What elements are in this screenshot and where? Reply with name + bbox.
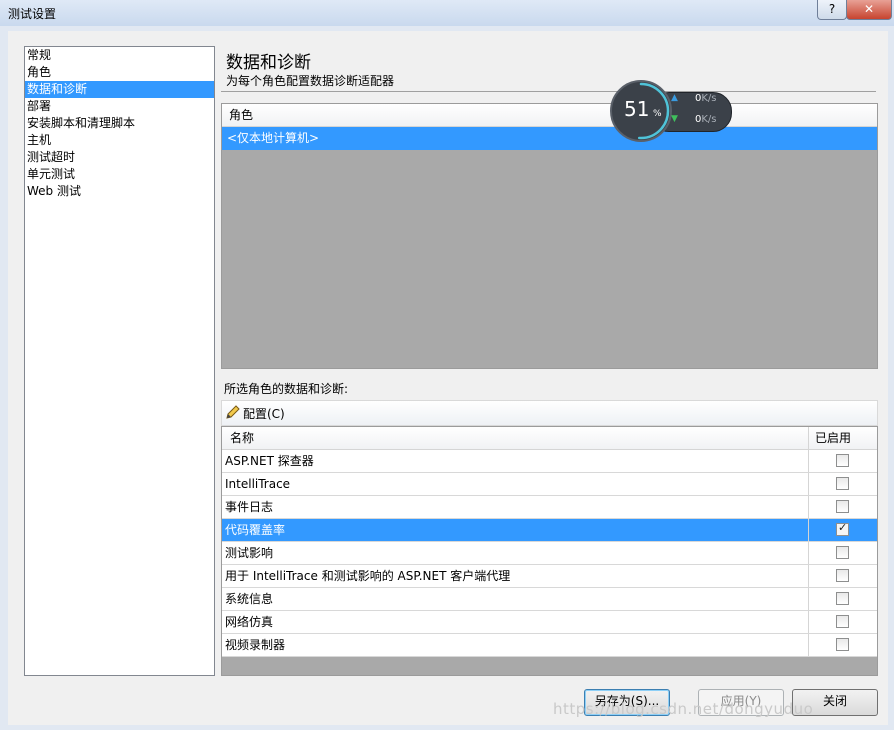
diagnostics-row[interactable]: 事件日志: [222, 496, 877, 519]
roles-grid[interactable]: 角色 <仅本地计算机>: [221, 103, 878, 369]
enabled-checkbox[interactable]: [836, 546, 849, 559]
cell-divider: [808, 542, 809, 564]
diagnostic-name: 事件日志: [225, 500, 274, 514]
column-header-enabled[interactable]: 已启用: [815, 427, 851, 449]
download-unit: K/s: [701, 114, 717, 125]
dialog-client-area: 常规 角色 数据和诊断 部署 安装脚本和清理脚本 主机 测试超时 单元测试 Web 测试 数据和…: [8, 31, 888, 725]
title-bar[interactable]: 测试设置 ? ✕: [0, 0, 894, 26]
nav-item[interactable]: 部署: [25, 98, 214, 115]
diagnostics-grid[interactable]: 名称 已启用 ASP.NET 探查器 IntelliTrace 事件日志代码覆盖率 ✓…: [221, 426, 878, 676]
enabled-checkbox[interactable]: ✓: [836, 521, 849, 536]
role-row[interactable]: <仅本地计算机>: [222, 127, 877, 150]
enabled-checkbox[interactable]: [836, 477, 849, 490]
usage-percent-sign: %: [653, 109, 662, 119]
column-header-name[interactable]: 名称: [230, 427, 254, 449]
diagnostics-row[interactable]: 用于 IntelliTrace 和测试影响的 ASP.NET 客户端代理: [222, 565, 877, 588]
enabled-checkbox[interactable]: [836, 638, 849, 651]
test-settings-window: 测试设置 ? ✕ 常规 角色 数据和诊断 部署 安装脚本和清理脚本 主机 测试超时 单元测试 W…: [0, 0, 894, 730]
settings-nav-list[interactable]: 常规 角色 数据和诊断 部署 安装脚本和清理脚本 主机 测试超时 单元测试 Web 测试: [24, 46, 215, 676]
diagnostics-row[interactable]: 网络仿真: [222, 611, 877, 634]
upload-unit: K/s: [701, 93, 717, 104]
nav-item[interactable]: 数据和诊断: [25, 81, 214, 98]
diagnostic-name: ASP.NET 探查器: [225, 454, 314, 468]
cell-divider: [808, 519, 809, 541]
diagnostics-row[interactable]: 视频录制器: [222, 634, 877, 657]
diagnostic-name: 代码覆盖率: [225, 523, 286, 537]
diagnostics-row[interactable]: IntelliTrace: [222, 473, 877, 496]
close-window-button[interactable]: ✕: [846, 0, 892, 20]
diagnostics-row[interactable]: 测试影响: [222, 542, 877, 565]
enabled-checkbox[interactable]: [836, 569, 849, 582]
enabled-checkbox[interactable]: [836, 592, 849, 605]
diagnostic-name: 系统信息: [225, 592, 274, 606]
window-title: 测试设置: [8, 7, 57, 21]
cell-divider: [808, 473, 809, 495]
diagnostic-name: IntelliTrace: [225, 477, 291, 491]
diagnostics-section-label: 所选角色的数据和诊断:: [224, 382, 349, 396]
diagnostic-name: 网络仿真: [225, 615, 274, 629]
download-speed: 0K/s: [695, 114, 717, 125]
configure-button[interactable]: 配置(C): [222, 401, 292, 425]
nav-item[interactable]: 测试超时: [25, 149, 214, 166]
diagnostics-toolbar: 配置(C): [221, 400, 878, 426]
nav-item[interactable]: 单元测试: [25, 166, 214, 183]
upload-speed: 0K/s: [695, 93, 717, 104]
arrow-down-icon: ▼: [671, 114, 678, 124]
cell-divider: [808, 565, 809, 587]
configure-label: 配置(C): [243, 407, 285, 421]
cell-divider: [808, 496, 809, 518]
cell-divider: [808, 611, 809, 633]
arrow-up-icon: ▲: [671, 93, 678, 103]
roles-grid-header[interactable]: 角色: [222, 104, 877, 127]
column-divider: [808, 427, 809, 449]
nav-item[interactable]: 主机: [25, 132, 214, 149]
title-separator: [221, 91, 876, 92]
nav-item[interactable]: Web 测试: [25, 183, 214, 200]
nav-item[interactable]: 角色: [25, 64, 214, 81]
cell-divider: [808, 634, 809, 656]
cell-divider: [808, 450, 809, 472]
diagnostics-row[interactable]: ASP.NET 探查器: [222, 450, 877, 473]
pencil-icon: [226, 405, 240, 419]
nav-item[interactable]: 安装脚本和清理脚本: [25, 115, 214, 132]
network-monitor-widget[interactable]: 51 % ▲ ▼ 0K/s 0K/s: [610, 80, 732, 142]
page-title: 数据和诊断: [226, 53, 311, 73]
enabled-checkbox[interactable]: [836, 615, 849, 628]
diagnostics-grid-header: 名称 已启用: [222, 427, 877, 450]
diagnostics-row[interactable]: 代码覆盖率 ✓: [222, 519, 877, 542]
diagnostic-name: 视频录制器: [225, 638, 286, 652]
help-button[interactable]: ?: [817, 0, 847, 20]
nav-item[interactable]: 常规: [25, 47, 214, 64]
diagnostics-row[interactable]: 系统信息: [222, 588, 877, 611]
usage-percent: 51: [624, 97, 650, 121]
cell-divider: [808, 588, 809, 610]
diagnostic-name: 测试影响: [225, 546, 274, 560]
watermark-text: https://blog.csdn.net/dongyuduo: [553, 700, 814, 718]
page-subtitle: 为每个角色配置数据诊断适配器: [226, 74, 395, 88]
enabled-checkbox[interactable]: [836, 454, 849, 467]
diagnostic-name: 用于 IntelliTrace 和测试影响的 ASP.NET 客户端代理: [225, 569, 511, 583]
checkmark-icon: ✓: [838, 521, 848, 534]
diagnostics-rows: ASP.NET 探查器 IntelliTrace 事件日志代码覆盖率 ✓ 测试影响用于 …: [222, 450, 877, 657]
enabled-checkbox[interactable]: [836, 500, 849, 513]
